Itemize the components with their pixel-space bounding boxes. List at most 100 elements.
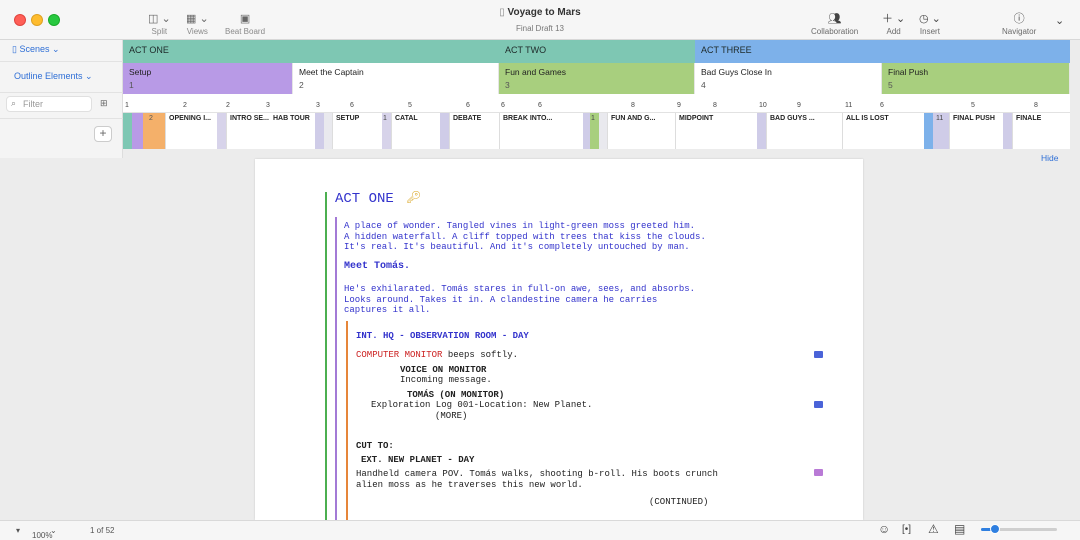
scene-card[interactable]: HAB TOUR [270,113,315,149]
scene-color-strip [132,113,143,149]
character-name[interactable]: TOMÁS (ON MONITOR) [407,390,504,401]
add-outline-element-button[interactable]: + [94,126,112,142]
scene-card[interactable]: FINAL PUSH [949,113,1003,149]
zoom-select[interactable]: 100% ⌄ [32,526,57,540]
toolbar: ◫ ⌄ Split ▦ ⌄ Views ▣ Beat Board ▯ Voyag… [0,0,1080,40]
note-marker-icon[interactable] [814,401,823,408]
note-marker-icon[interactable] [814,469,823,476]
scene-color-strip [1003,113,1012,149]
ruler-tick: 6 [501,102,505,109]
scene-card[interactable]: DEBATE [449,113,499,149]
document-icon: ▯ [499,7,508,18]
character-name[interactable]: VOICE ON MONITOR [400,365,486,376]
ruler-tick: 6 [538,102,542,109]
ruler-tick: 3 [316,102,320,109]
toolbar-overflow-chevron[interactable]: ⌄ [1055,15,1064,29]
script-page[interactable]: ACT ONE 🔑︎ A place of wonder. Tangled vi… [255,159,863,520]
zoom-slider-knob[interactable] [990,524,1000,534]
filter-options-icon[interactable]: ⊞ [100,98,108,109]
sidebar-divider [0,118,123,119]
insert-button[interactable]: ◷ ⌄ Insert [919,13,941,36]
scene-card[interactable]: FINALE [1012,113,1070,149]
dialogue[interactable]: Incoming message. [400,375,492,386]
filter-input[interactable]: ⌕ Filter [6,96,92,112]
scene-card[interactable]: CATAL [391,113,440,149]
scene-card[interactable]: BREAK INTO... [499,113,583,149]
smiley-icon[interactable]: ☺ [878,522,890,536]
hide-outline-button[interactable]: Hide [1041,153,1058,163]
more-label: (MORE) [435,411,468,421]
act-heading[interactable]: ACT ONE [335,191,394,207]
document-title: ▯ Voyage to Mars [499,7,581,18]
ruler-tick: 6 [350,102,354,109]
scene-heading[interactable]: INT. HQ - OBSERVATION ROOM - DAY [356,331,529,342]
ruler-tick: 3 [266,102,270,109]
ruler-tick: 5 [408,102,412,109]
scenes-selector[interactable]: ▯ Scenes ⌄ [0,40,123,62]
scene-card[interactable]: INTRO SE... [226,113,270,149]
chevron-down-icon: ⌄ [1055,15,1065,27]
ruler-tick: 2 [183,102,187,109]
scene-card-label: 2 [149,115,153,122]
note-marker-icon[interactable] [814,351,823,358]
dialogue[interactable]: Exploration Log 001-Location: New Planet… [371,400,592,411]
scene-card[interactable]: SETUP [332,113,382,149]
character-cue: COMPUTER MONITOR [356,350,443,360]
scene-color-strip [123,113,132,149]
chevron-down-icon[interactable]: ▾ [16,526,20,535]
sequence-final-push[interactable]: Final Push 5 [882,63,1070,94]
ruler-tick: 5 [971,102,975,109]
navigator-button[interactable]: ⓘ Navigator [1002,13,1036,36]
outline-elements-selector[interactable]: Outline Elements ⌄ [0,62,123,93]
chevron-down-icon: ⌄ [49,44,60,54]
beat-text[interactable]: Meet Tomás. [344,261,410,273]
act-three-band[interactable]: ACT THREE [695,40,1070,63]
info-icon: ⓘ [1013,13,1025,25]
act-one-band[interactable]: ACT ONE [123,40,499,63]
act-two-band[interactable]: ACT TWO [499,40,695,63]
ruler-tick: 6 [880,102,884,109]
insert-icon: ◷ ⌄ [919,13,941,25]
scene-card[interactable]: OPENING I... [165,113,217,149]
ruler-tick: 9 [677,102,681,109]
act-outline-bar [325,192,327,520]
action-paragraph[interactable]: A place of wonder. Tangled vines in ligh… [344,221,706,253]
scene-cards-strip: 2 OPENING I... INTRO SE... HAB TOUR SETU… [123,113,1070,149]
scene-card[interactable]: BAD GUYS ... [766,113,842,149]
scene-card-label: 11 [936,115,944,122]
ruler-tick: 1 [125,102,129,109]
ruler-tick: 2 [226,102,230,109]
status-bar: ▾ 100% ⌄ 1 of 52 [0,520,1080,540]
script-notes-icon[interactable]: [•] [902,524,911,535]
key-icon: 🔑︎ [406,190,422,204]
scene-card[interactable]: FUN AND G... [607,113,675,149]
sequence-fun-and-games[interactable]: Fun and Games 3 [499,63,695,94]
action-paragraph[interactable]: He's exhilarated. Tomás stares in full-o… [344,284,695,316]
page-ruler: 1 2 2 3 3 6 5 6 6 6 8 9 8 10 9 11 6 5 8 [123,94,1070,113]
scene-color-strip: 11 [933,113,949,149]
collaboration-button[interactable]: 👥︎ Collaboration [811,13,858,36]
page-count: 1 of 52 [90,526,115,535]
add-button[interactable]: ＋ ⌄ Add [882,13,905,36]
ruler-tick: 8 [1034,102,1038,109]
ruler-tick: 10 [759,102,767,109]
ruler-tick: 11 [845,102,853,109]
transition[interactable]: CUT TO: [356,441,394,452]
warning-icon[interactable]: ⚠ [928,522,939,536]
scene-heading[interactable]: EXT. NEW PLANET - DAY [361,455,474,466]
action-line[interactable]: COMPUTER MONITOR beeps softly. [356,350,518,361]
scene-card[interactable]: MIDPOINT [675,113,757,149]
ruler-tick: 6 [466,102,470,109]
scene-card-label: 1 [591,115,595,122]
scene-card[interactable]: ALL IS LOST [842,113,924,149]
scene-color-strip [217,113,226,149]
sequence-meet-the-captain[interactable]: Meet the Captain 2 [293,63,499,94]
scene-color-strip: 1 [382,113,391,149]
sequence-setup[interactable]: Setup 1 [123,63,293,94]
sequence-bad-guys-close-in[interactable]: Bad Guys Close In 4 [695,63,882,94]
ruler-tick: 9 [797,102,801,109]
action-paragraph[interactable]: Handheld camera POV. Tomás walks, shooti… [356,469,718,490]
page-view-icon[interactable]: ▤ [954,522,965,536]
scene-card-color[interactable]: 2 [143,113,165,149]
search-icon: ⌕ [11,98,17,108]
